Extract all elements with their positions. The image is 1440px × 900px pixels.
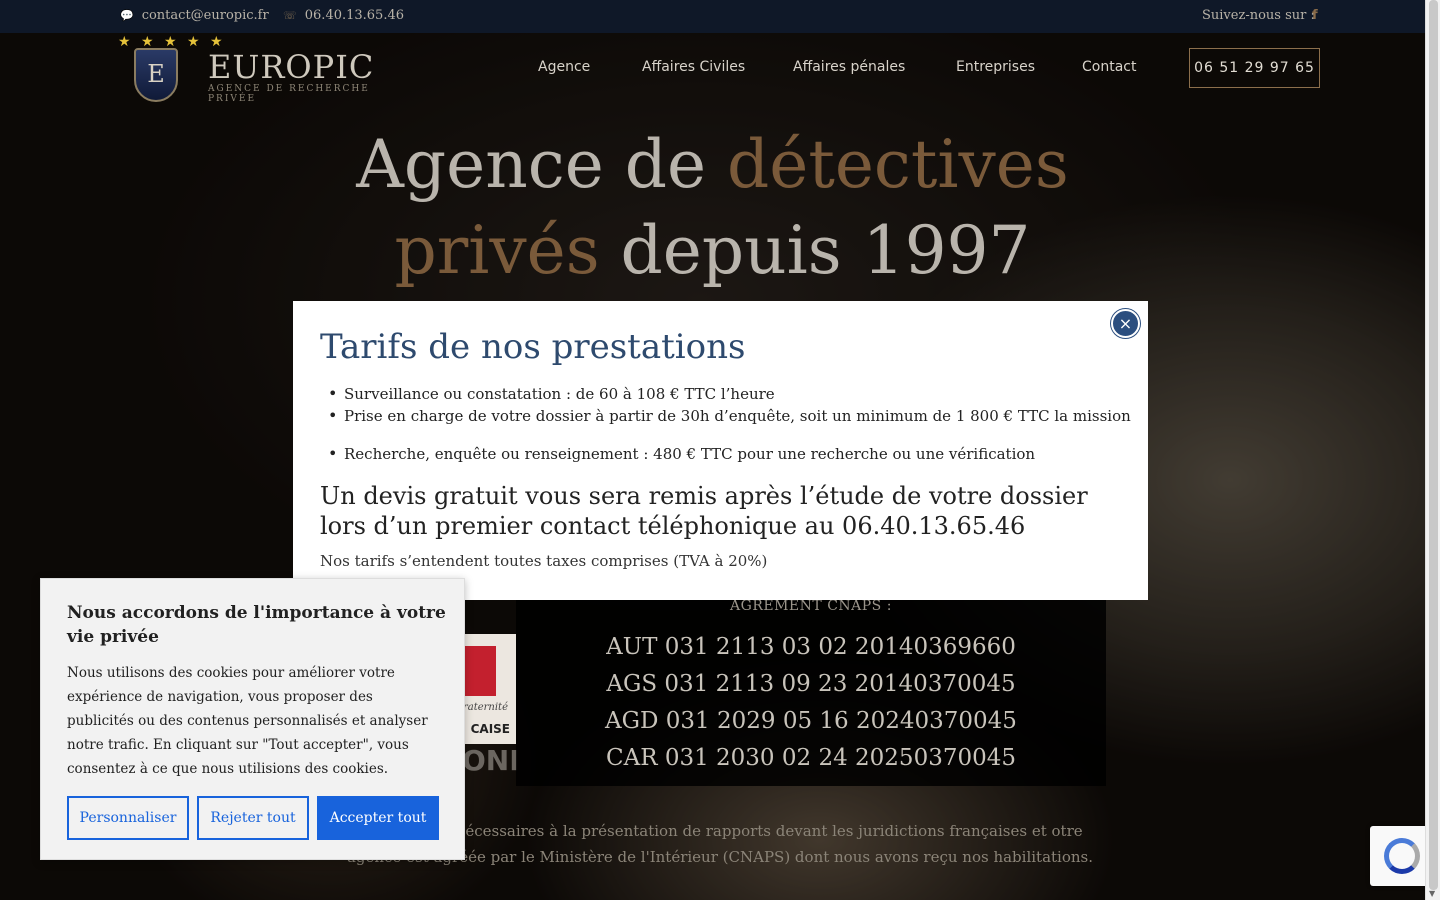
- modal-subtitle: Un devis gratuit vous sera remis après l…: [320, 482, 1088, 540]
- hero-title-part1: Agence de: [356, 126, 728, 203]
- accept-all-button[interactable]: Accepter tout: [317, 796, 439, 840]
- customize-button[interactable]: Personnaliser: [67, 796, 189, 840]
- close-icon[interactable]: ×: [1111, 309, 1140, 338]
- phone-call-button[interactable]: 06 51 29 97 65: [1189, 48, 1320, 88]
- logo-tagline: AGENCE DE RECHERCHE PRIVÉE: [208, 84, 370, 104]
- agreement-number: AGS 031 2113 09 23 20140370045: [606, 671, 1016, 697]
- cnaps-agreement-box: AGRÉMENT CNAPS : AUT 031 2113 03 02 2014…: [516, 586, 1106, 786]
- scrollbar-thumb[interactable]: [1429, 0, 1438, 890]
- nav-item-entreprises[interactable]: Entreprises: [956, 59, 1035, 75]
- recaptcha-icon: [1384, 838, 1420, 874]
- topbar-email[interactable]: 💬 contact@europic.fr: [120, 8, 269, 23]
- logo-shield-icon: E: [134, 48, 178, 102]
- topbar-phone-text: 06.40.13.65.46: [304, 8, 405, 23]
- flag-under-text: ONI: [462, 744, 520, 777]
- list-item: Recherche, enquête ou renseignement : 48…: [328, 444, 1035, 463]
- site-logo[interactable]: ★ ★ ★ ★ ★ E EUROPIC AGENCE DE RECHERCHE …: [118, 34, 418, 104]
- logo-name: EUROPIC: [208, 48, 375, 86]
- nav-item-contact[interactable]: Contact: [1082, 59, 1136, 75]
- cookie-consent-banner: Nous accordons de l'importance à votre v…: [40, 578, 465, 860]
- pricing-modal: × Tarifs de nos prestations Surveillance…: [293, 301, 1148, 600]
- chat-icon: 💬: [120, 9, 134, 22]
- agreement-label: AGRÉMENT CNAPS :: [730, 598, 892, 614]
- agreement-number: CAR 031 2030 02 24 20250370045: [605, 745, 1016, 771]
- phone-icon: ☏: [283, 9, 297, 22]
- recaptcha-badge[interactable]: [1370, 826, 1430, 886]
- agreement-number: AUT 031 2113 03 02 20140369660: [606, 634, 1016, 660]
- nav-item-affaires-civiles[interactable]: Affaires Civiles: [642, 59, 745, 75]
- scroll-down-arrow-icon[interactable]: ▼: [1429, 889, 1435, 898]
- hero-title-accent1: détectives: [727, 126, 1069, 203]
- cookie-text: Nous utilisons des cookies pour améliore…: [67, 665, 428, 777]
- list-item: Surveillance ou constatation : de 60 à 1…: [328, 384, 775, 403]
- modal-title: Tarifs de nos prestations: [320, 327, 746, 367]
- hero-title: Agence de détectives privés depuis 1997: [260, 122, 1165, 294]
- hero-title-part2: depuis 1997: [599, 212, 1031, 289]
- hero-title-accent2: privés: [394, 212, 600, 289]
- page-scrollbar[interactable]: ▼: [1425, 0, 1440, 900]
- cookie-title: Nous accordons de l'importance à votre v…: [67, 603, 446, 647]
- agreement-number: AGD 031 2029 05 16 20240370045: [605, 708, 1017, 734]
- facebook-icon[interactable]: f: [1312, 8, 1318, 23]
- nav-item-affaires-penales[interactable]: Affaires pénales: [793, 59, 905, 75]
- logo-emblem-letter: E: [147, 60, 165, 88]
- modal-note: Nos tarifs s’entendent toutes taxes comp…: [320, 552, 768, 570]
- top-bar: 💬 contact@europic.fr ☏ 06.40.13.65.46 Suiv…: [0, 0, 1425, 33]
- topbar-email-text: contact@europic.fr: [141, 8, 269, 23]
- reject-all-button[interactable]: Rejeter tout: [197, 796, 309, 840]
- follow-label: Suivez-nous sur :: [1202, 8, 1315, 23]
- list-item: Prise en charge de votre dossier à parti…: [328, 406, 1131, 425]
- nav-item-agence[interactable]: Agence: [538, 59, 590, 75]
- topbar-phone[interactable]: ☏ 06.40.13.65.46: [283, 8, 404, 23]
